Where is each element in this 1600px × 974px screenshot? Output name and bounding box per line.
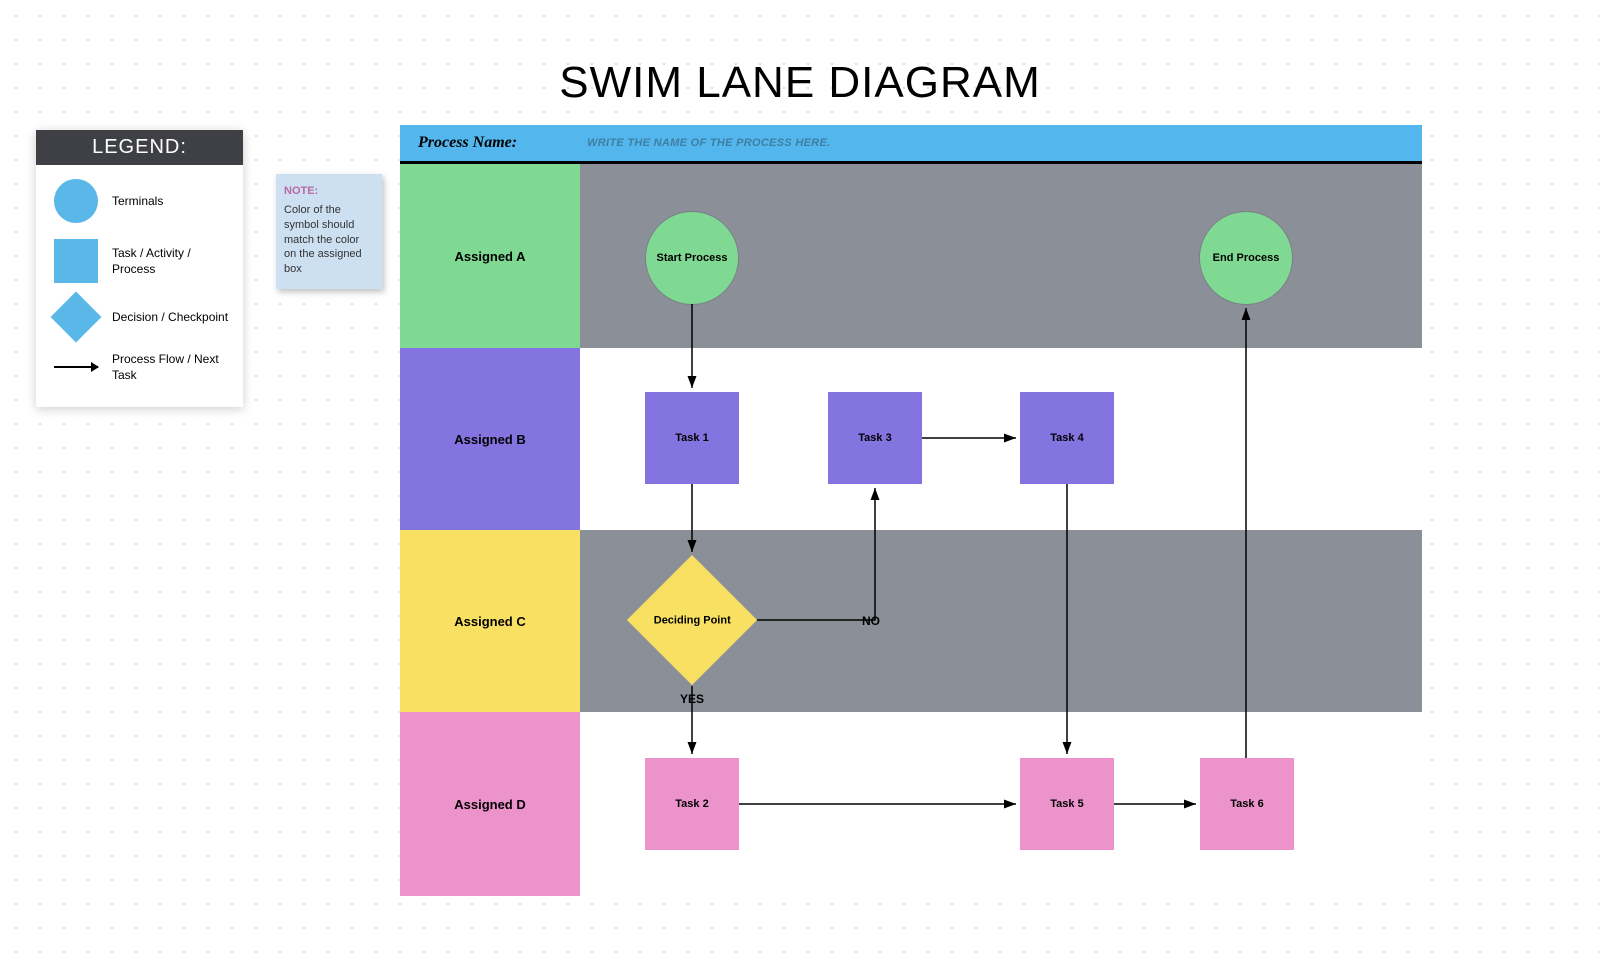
note-sticky: NOTE: Color of the symbol should match t… — [276, 174, 382, 289]
lane-c: Assigned C — [400, 530, 1422, 712]
decision-no-label: NO — [862, 614, 880, 628]
legend-panel: LEGEND: Terminals Task / Activity / Proc… — [36, 130, 243, 407]
diamond-icon — [51, 292, 102, 343]
legend-label: Process Flow / Next Task — [106, 351, 233, 383]
process-name-label: Process Name: — [418, 134, 517, 152]
arrow-icon — [54, 366, 98, 368]
legend-label: Terminals — [106, 193, 233, 209]
task1-node[interactable]: Task 1 — [645, 392, 739, 484]
legend-item-flow: Process Flow / Next Task — [46, 351, 233, 383]
decision-yes-label: YES — [680, 692, 704, 706]
square-icon — [54, 239, 98, 283]
legend-header: LEGEND: — [36, 130, 243, 165]
task5-node[interactable]: Task 5 — [1020, 758, 1114, 850]
note-title: NOTE: — [284, 184, 374, 199]
task2-node[interactable]: Task 2 — [645, 758, 739, 850]
end-terminal[interactable]: End Process — [1200, 212, 1292, 304]
legend-item-decision: Decision / Checkpoint — [46, 299, 233, 335]
lane-label-b[interactable]: Assigned B — [400, 348, 580, 530]
note-text: Color of the symbol should match the col… — [284, 203, 374, 277]
lane-label-c[interactable]: Assigned C — [400, 530, 580, 712]
circle-icon — [54, 179, 98, 223]
swimlane-diagram: Process Name: WRITE THE NAME OF THE PROC… — [400, 125, 1422, 896]
start-terminal[interactable]: Start Process — [646, 212, 738, 304]
legend-item-task: Task / Activity / Process — [46, 239, 233, 283]
lane-label-a[interactable]: Assigned A — [400, 164, 580, 348]
legend-item-terminals: Terminals — [46, 179, 233, 223]
lane-label-d[interactable]: Assigned D — [400, 712, 580, 896]
task6-node[interactable]: Task 6 — [1200, 758, 1294, 850]
process-name-bar[interactable]: Process Name: WRITE THE NAME OF THE PROC… — [400, 125, 1422, 164]
legend-label: Task / Activity / Process — [106, 245, 233, 277]
task4-node[interactable]: Task 4 — [1020, 392, 1114, 484]
page-title: SWIM LANE DIAGRAM — [0, 58, 1600, 108]
task3-node[interactable]: Task 3 — [828, 392, 922, 484]
legend-label: Decision / Checkpoint — [106, 309, 233, 325]
process-name-placeholder: WRITE THE NAME OF THE PROCESS HERE. — [587, 137, 830, 149]
